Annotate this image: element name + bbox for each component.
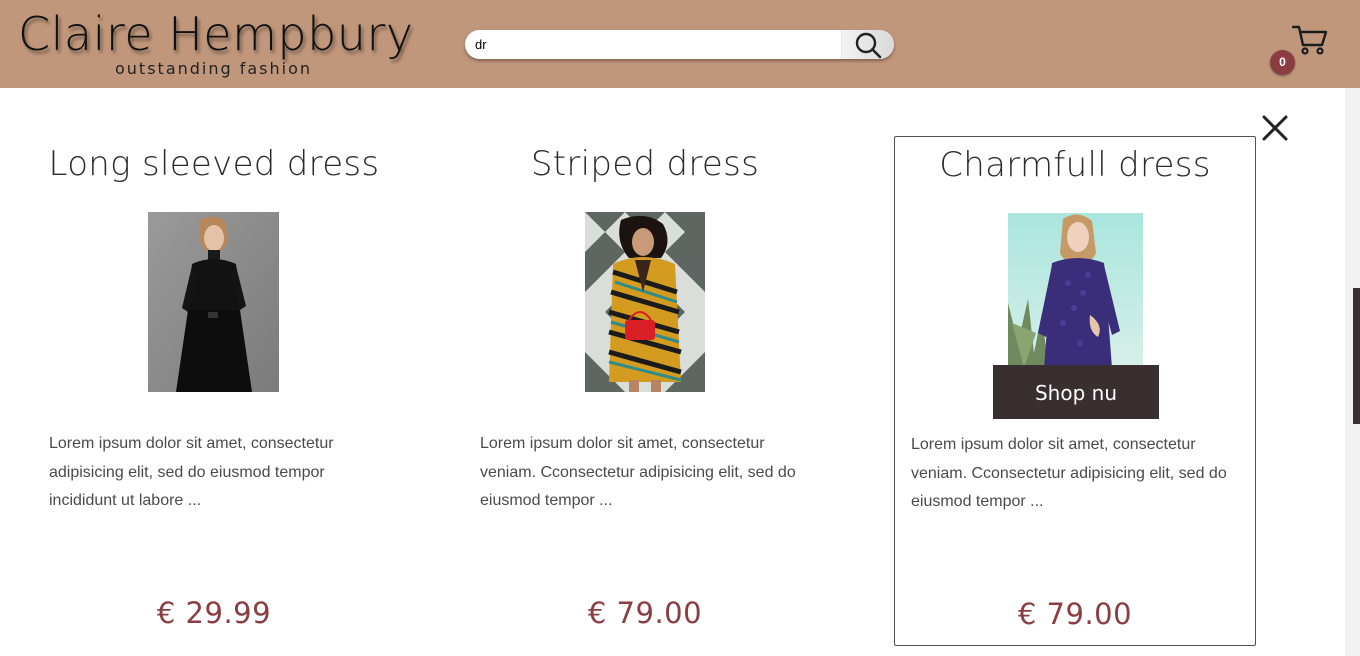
product-image[interactable] <box>1008 213 1143 368</box>
shop-now-button[interactable]: Shop nu <box>993 365 1159 419</box>
product-title: Striped dress <box>530 144 760 184</box>
logo[interactable]: Claire Hempbury outstanding fashion <box>18 6 418 78</box>
product-image[interactable] <box>585 212 705 392</box>
product-price: € 29.99 <box>156 596 272 630</box>
logo-title: Claire Hempbury <box>18 7 414 61</box>
product-card[interactable]: Long sleeved dress Lorem ipsum dolor sit… <box>33 136 395 646</box>
site-header: Claire Hempbury outstanding fashion 0 <box>0 0 1360 88</box>
product-card[interactable]: Charmfull dress Shop nu Lorem ipsum dolo… <box>894 136 1256 646</box>
search-bar <box>465 30 894 59</box>
product-image[interactable] <box>148 212 279 392</box>
search-button[interactable] <box>841 30 894 59</box>
product-description: Lorem ipsum dolor sit amet, consectetur … <box>480 435 796 509</box>
product-price: € 79.00 <box>587 596 703 630</box>
close-icon[interactable] <box>1262 115 1288 141</box>
logo-subtitle: outstanding fashion <box>115 59 313 78</box>
cart-count-badge: 0 <box>1270 50 1295 75</box>
product-title: Long sleeved dress <box>48 144 380 184</box>
cart-icon[interactable] <box>1292 24 1328 56</box>
product-description: Lorem ipsum dolor sit amet, consectetur … <box>911 436 1227 510</box>
product-title: Charmfull dress <box>939 145 1211 185</box>
search-icon <box>855 32 882 58</box>
search-input[interactable] <box>475 30 835 59</box>
scrollbar[interactable] <box>1345 88 1360 656</box>
product-price: € 79.00 <box>1017 597 1133 631</box>
product-card[interactable]: Striped dress Lorem ipsum dolor sit amet… <box>464 136 826 646</box>
scrollbar-thumb[interactable] <box>1353 288 1360 424</box>
product-description: Lorem ipsum dolor sit amet, consectetur … <box>49 435 334 509</box>
